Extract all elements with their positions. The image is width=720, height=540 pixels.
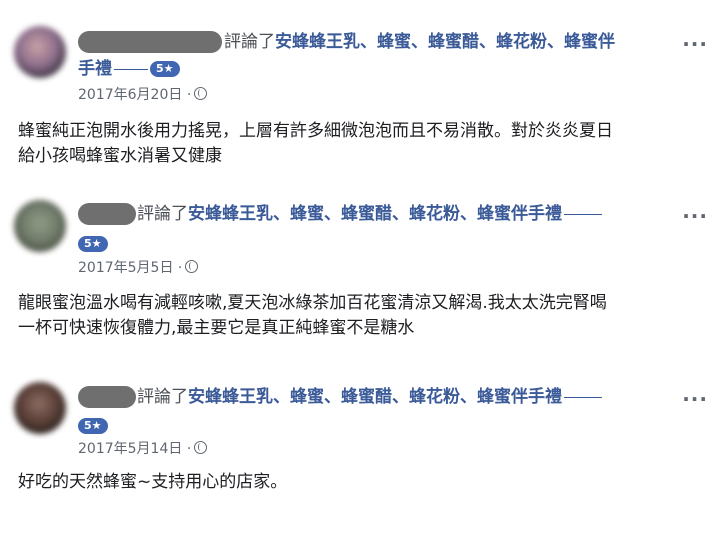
review-headline-wrap: 5★ <box>76 233 108 256</box>
globe-icon[interactable] <box>185 260 199 273</box>
product-link[interactable]: 安蜂蜂王乳、蜂蜜、蜂蜜醋、蜂花粉、蜂蜜伴 <box>275 32 615 52</box>
review-card: 評論了安蜂蜂王乳、蜂蜜、蜂蜜醋、蜂花粉、蜂蜜伴 手禮 5★ ··· 2017年6月… <box>0 0 720 185</box>
post-meta: 2017年6月20日 · <box>78 86 208 104</box>
more-options-icon[interactable]: ··· <box>682 34 708 54</box>
avatar[interactable] <box>14 200 66 252</box>
meta-separator: · <box>186 441 192 457</box>
review-headline: 評論了安蜂蜂王乳、蜂蜜、蜂蜜醋、蜂花粉、蜂蜜伴 <box>224 31 615 54</box>
review-text: 好吃的天然蜂蜜~支持用心的店家。 <box>18 470 710 495</box>
review-text-line: 龍眼蜜泡溫水喝有減輕咳嗽,夏天泡冰綠茶加百花蜜清涼又解渴.我太太洗完腎喝 <box>18 293 607 313</box>
divider <box>564 396 602 398</box>
review-headline: 評論了安蜂蜂王乳、蜂蜜、蜂蜜醋、蜂花粉、蜂蜜伴手禮 <box>137 203 602 226</box>
avatar[interactable] <box>14 382 66 434</box>
review-verb: 評論了 <box>137 387 188 407</box>
globe-icon[interactable] <box>194 441 208 454</box>
product-link[interactable]: 安蜂蜂王乳、蜂蜜、蜂蜜醋、蜂花粉、蜂蜜伴手禮 <box>188 204 562 224</box>
divider <box>564 213 602 215</box>
review-text-line: 給小孩喝蜂蜜水消暑又健康 <box>18 146 222 166</box>
review-headline: 評論了安蜂蜂王乳、蜂蜜、蜂蜜醋、蜂花粉、蜂蜜伴手禮 <box>137 386 602 409</box>
post-meta: 2017年5月5日 · <box>78 259 199 277</box>
post-date[interactable]: 2017年6月20日 <box>78 87 182 103</box>
post-meta: 2017年5月14日 · <box>78 440 208 458</box>
meta-separator: · <box>186 87 192 103</box>
redacted-username <box>78 203 136 225</box>
more-options-icon[interactable]: ··· <box>682 389 708 409</box>
review-text: 龍眼蜜泡溫水喝有減輕咳嗽,夏天泡冰綠茶加百花蜜清涼又解渴.我太太洗完腎喝 一杯可… <box>18 291 710 341</box>
review-text: 蜂蜜純正泡開水後用力搖晃，上層有許多細微泡泡而且不易消散。對於炎炎夏日 給小孩喝… <box>18 119 710 169</box>
meta-separator: · <box>177 260 183 276</box>
more-options-icon[interactable]: ··· <box>682 206 708 226</box>
post-date[interactable]: 2017年5月5日 <box>78 260 173 276</box>
redacted-username <box>78 386 136 408</box>
post-date[interactable]: 2017年5月14日 <box>78 441 182 457</box>
review-verb: 評論了 <box>137 204 188 224</box>
rating-badge: 5★ <box>150 61 180 77</box>
review-text-line: 一杯可快速恢復體力,最主要它是真正純蜂蜜不是糖水 <box>18 318 415 338</box>
review-text-line: 好吃的天然蜂蜜~支持用心的店家。 <box>18 472 288 492</box>
rating-badge: 5★ <box>78 418 108 434</box>
review-headline-wrap: 5★ <box>76 415 108 438</box>
review-card: 評論了安蜂蜂王乳、蜂蜜、蜂蜜醋、蜂花粉、蜂蜜伴手禮 ··· 5★ 2017年5月… <box>0 190 720 360</box>
review-card: 評論了安蜂蜂王乳、蜂蜜、蜂蜜醋、蜂花粉、蜂蜜伴手禮 ··· 5★ 2017年5月… <box>0 372 720 532</box>
redacted-username <box>78 31 222 53</box>
review-verb: 評論了 <box>224 32 275 52</box>
divider <box>114 68 148 70</box>
review-text-line: 蜂蜜純正泡開水後用力搖晃，上層有許多細微泡泡而且不易消散。對於炎炎夏日 <box>18 121 613 141</box>
avatar[interactable] <box>14 26 66 78</box>
globe-icon[interactable] <box>194 87 208 100</box>
product-link[interactable]: 安蜂蜂王乳、蜂蜜、蜂蜜醋、蜂花粉、蜂蜜伴手禮 <box>188 387 562 407</box>
review-headline-wrap: 手禮 5★ <box>78 58 180 81</box>
rating-badge: 5★ <box>78 236 108 252</box>
product-link[interactable]: 手禮 <box>78 59 112 79</box>
